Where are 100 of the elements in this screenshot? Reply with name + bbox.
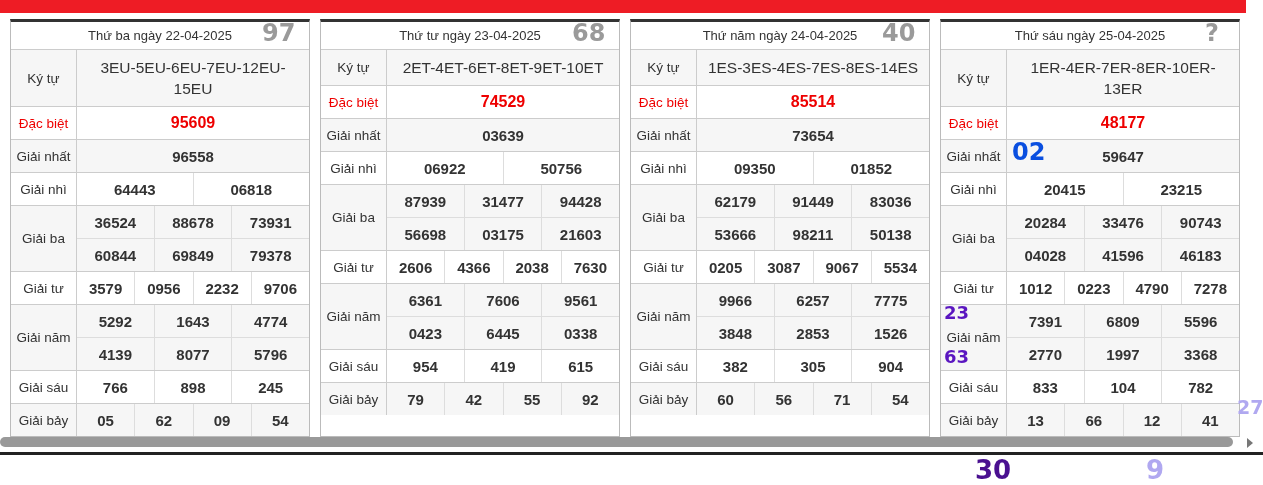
row-label: Giải sáu [631,350,697,382]
prize-number: 95609 [170,114,216,132]
prize-number: 7606 [486,291,520,309]
row-label: Giải năm [11,305,77,370]
prize-number: 2770 [1028,345,1062,363]
prize-number: 4366 [457,258,491,276]
prize-number: 73654 [792,126,834,144]
row-label: Giải năm [321,284,387,349]
prize-number: 23215 [1160,180,1203,198]
prize-number: 55 [523,390,541,408]
prize-number: 9966 [718,291,752,309]
row-label: Giải bảy [321,383,387,415]
prize-number: 6361 [408,291,442,309]
prize-number: 4790 [1135,279,1169,297]
row-label: Giải nhì [631,152,697,184]
row-label: Giải sáu [11,371,77,403]
row-label: Giải ba [321,185,387,250]
row-label: Đặc biệt [941,107,1007,139]
prize-number: 42 [465,390,483,408]
prize-number: 2038 [515,258,549,276]
prize-number: 0223 [1077,279,1111,297]
handwritten-number: 63 [944,348,970,366]
prize-number: 2853 [796,324,830,342]
handwritten-number: 97 [262,21,296,45]
prize-number: 13 [1027,411,1044,429]
prize-number: 64443 [113,180,156,198]
code-text: 1ES-3ES-4ES-7ES-8ES-14ES [707,59,919,76]
prize-number: 7391 [1028,312,1062,330]
prize-number: 6445 [486,324,520,342]
prize-number: 766 [102,378,128,396]
prize-number: 88678 [172,213,214,231]
row-label: Giải tư [941,272,1007,304]
prize-number: 94428 [559,192,602,210]
prize-number: 5596 [1184,312,1218,330]
scrollbar-thumb[interactable] [0,437,1233,447]
prize-number: 92 [582,390,599,408]
prize-number: 6257 [796,291,830,309]
prize-number: 56 [775,390,793,408]
prize-number: 104 [1110,378,1136,396]
code-text: 3EU-5EU-6EU-7EU-12EU-15EU [100,59,286,97]
prize-number: 5292 [98,312,132,330]
prize-number: 79 [407,390,424,408]
prize-number: 60844 [94,246,137,264]
prize-number: 03175 [482,225,524,243]
prize-number: 1526 [874,324,908,342]
prize-number: 31477 [482,192,524,210]
prize-number: 54 [892,390,909,408]
row-label: Giải ba [941,206,1007,271]
prize-number: 90743 [1179,213,1222,231]
prize-number: 0956 [147,279,181,297]
row-label: Giải nhì [11,173,77,205]
row-label: Giải nhất [321,119,387,151]
prize-number: 9067 [825,258,859,276]
prize-number: 04028 [1024,246,1067,264]
prize-number: 3579 [88,279,123,297]
prize-number: 41 [1202,411,1219,429]
prize-number: 66 [1085,411,1103,429]
row-label: Đặc biệt [11,107,77,139]
row-label: Đặc biệt [631,86,697,118]
prize-number: 33476 [1102,213,1144,231]
row-label: Đặc biệt [321,86,387,118]
prize-number: 20415 [1043,180,1086,198]
prize-number: 96558 [172,147,214,165]
row-label: Giải ba [11,206,77,271]
code-text: 1ER-4ER-7ER-8ER-10ER-13ER [1030,59,1216,97]
row-label: Ký tự [11,50,77,106]
prize-number: 06922 [423,159,466,177]
prize-number: 12 [1143,411,1161,429]
prize-number: 4774 [254,312,288,330]
prize-number: 3368 [1184,345,1218,363]
prize-number: 0205 [708,258,743,276]
row-label: Giải tư [11,272,77,304]
prize-number: 904 [878,357,904,375]
prize-number: 06818 [230,180,273,198]
prize-number: 41596 [1102,246,1144,264]
prize-number: 305 [800,357,826,375]
prize-number: 73931 [249,213,292,231]
row-label: Ký tự [631,50,697,85]
prize-number: 1012 [1018,279,1053,297]
row-label: Giải sáu [321,350,387,382]
handwritten-number: 02 [1012,140,1046,164]
prize-number: 62 [155,411,173,429]
prize-number: 4139 [98,345,132,363]
prize-number: 79378 [249,246,292,264]
prize-number: 74529 [480,93,526,111]
prize-number: 01852 [850,159,893,177]
prize-number: 53666 [714,225,757,243]
prize-number: 0338 [564,324,598,342]
prize-number: 382 [722,357,748,375]
prize-number: 5796 [254,345,288,363]
row-label: Giải ba [631,185,697,250]
scroll-right-icon[interactable] [1246,437,1254,448]
handwritten-number: 68 [572,21,606,45]
prize-number: 1643 [176,312,210,330]
row-label: Giải bảy [941,404,1007,436]
prize-number: 419 [490,357,516,375]
prize-number: 83036 [869,192,912,210]
prize-number: 7278 [1193,279,1228,297]
prize-number: 7775 [874,291,908,309]
prize-number: 59647 [1102,147,1144,165]
